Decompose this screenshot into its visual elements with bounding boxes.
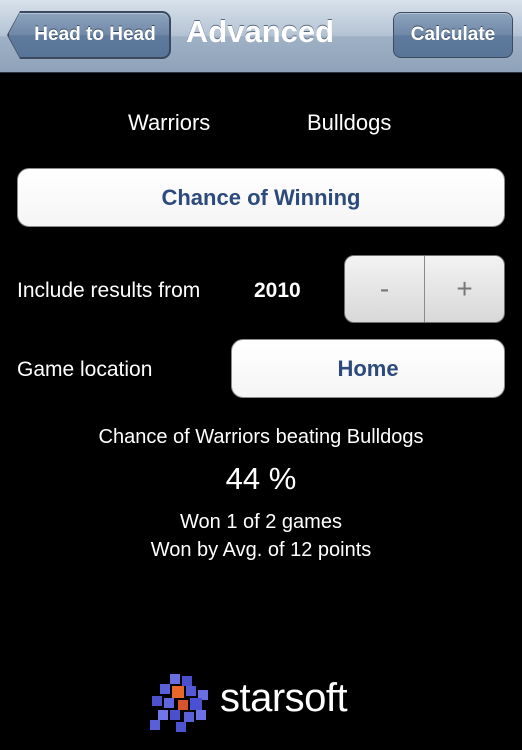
team-a-label: Warriors [128,110,211,135]
page-title: Advanced [185,14,335,49]
result-heading: Chance of Warriors beating Bulldogs [98,426,424,448]
include-results-label: Include results from [17,279,201,302]
increment-year-button[interactable]: + [425,256,504,322]
decrement-year-button[interactable]: - [345,256,424,322]
include-results-year: 2010 [254,279,301,302]
game-location-selector[interactable]: Home [231,339,505,398]
starsoft-logo: starsoft [148,668,368,738]
starsoft-logo-icon [150,674,208,732]
year-stepper: - + [344,255,505,323]
chance-of-winning-button[interactable]: Chance of Winning [17,168,505,227]
calculate-button[interactable]: Calculate [393,12,513,58]
navigation-bar: Head to Head Advanced Calculate [0,0,522,73]
team-b-label: Bulldogs [307,110,392,135]
games-won-summary: Won 1 of 2 games [180,511,342,533]
head-to-head-back-button[interactable]: Head to Head [8,12,170,58]
average-margin-summary: Won by Avg. of 12 points [150,539,372,561]
game-location-label: Game location [17,358,153,381]
starsoft-wordmark: starsoft [220,676,348,720]
win-percentage: 44 % [225,461,297,496]
